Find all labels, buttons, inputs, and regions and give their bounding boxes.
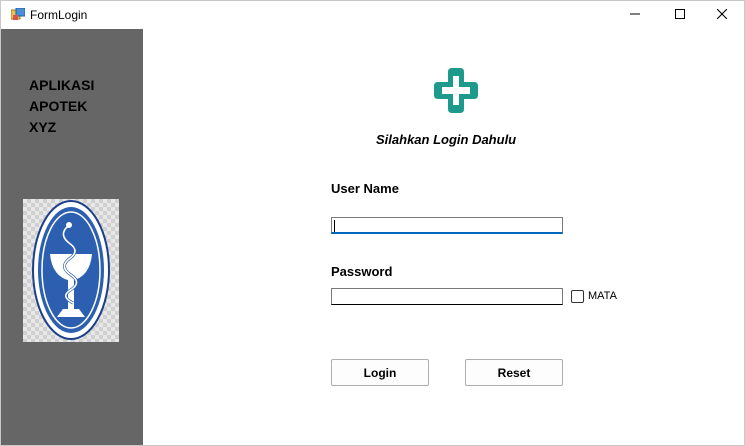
window-title: FormLogin	[30, 8, 88, 22]
username-label: User Name	[331, 181, 399, 196]
text-caret	[334, 220, 335, 232]
title-bar[interactable]: FormLogin	[1, 1, 744, 29]
login-heading: Silahkan Login Dahulu	[376, 132, 517, 147]
minimize-icon	[630, 6, 640, 24]
login-window: FormLogin APLIKASI APOTEK XYZ Silahkan L…	[0, 0, 745, 446]
pharmacy-logo	[23, 199, 119, 342]
maximize-icon	[675, 6, 685, 24]
minimize-button[interactable]	[613, 1, 657, 29]
brand-line: APLIKASI	[29, 77, 95, 93]
sidebar-panel: APLIKASI APOTEK XYZ	[1, 29, 143, 445]
show-password-label[interactable]: MATA	[588, 290, 617, 302]
medical-cross-icon	[434, 68, 478, 113]
app-brand: APLIKASI APOTEK XYZ	[29, 75, 94, 138]
username-input[interactable]	[331, 217, 563, 234]
maximize-button[interactable]	[658, 1, 702, 29]
brand-line: XYZ	[29, 119, 57, 135]
brand-line: APOTEK	[29, 98, 88, 114]
show-password-checkbox[interactable]	[571, 290, 584, 303]
reset-button[interactable]: Reset	[465, 359, 563, 386]
app-form-icon	[10, 7, 26, 21]
login-button[interactable]: Login	[331, 359, 429, 386]
password-label: Password	[331, 264, 393, 279]
close-button[interactable]	[700, 1, 744, 29]
password-input[interactable]	[331, 288, 563, 305]
close-icon	[716, 6, 728, 24]
